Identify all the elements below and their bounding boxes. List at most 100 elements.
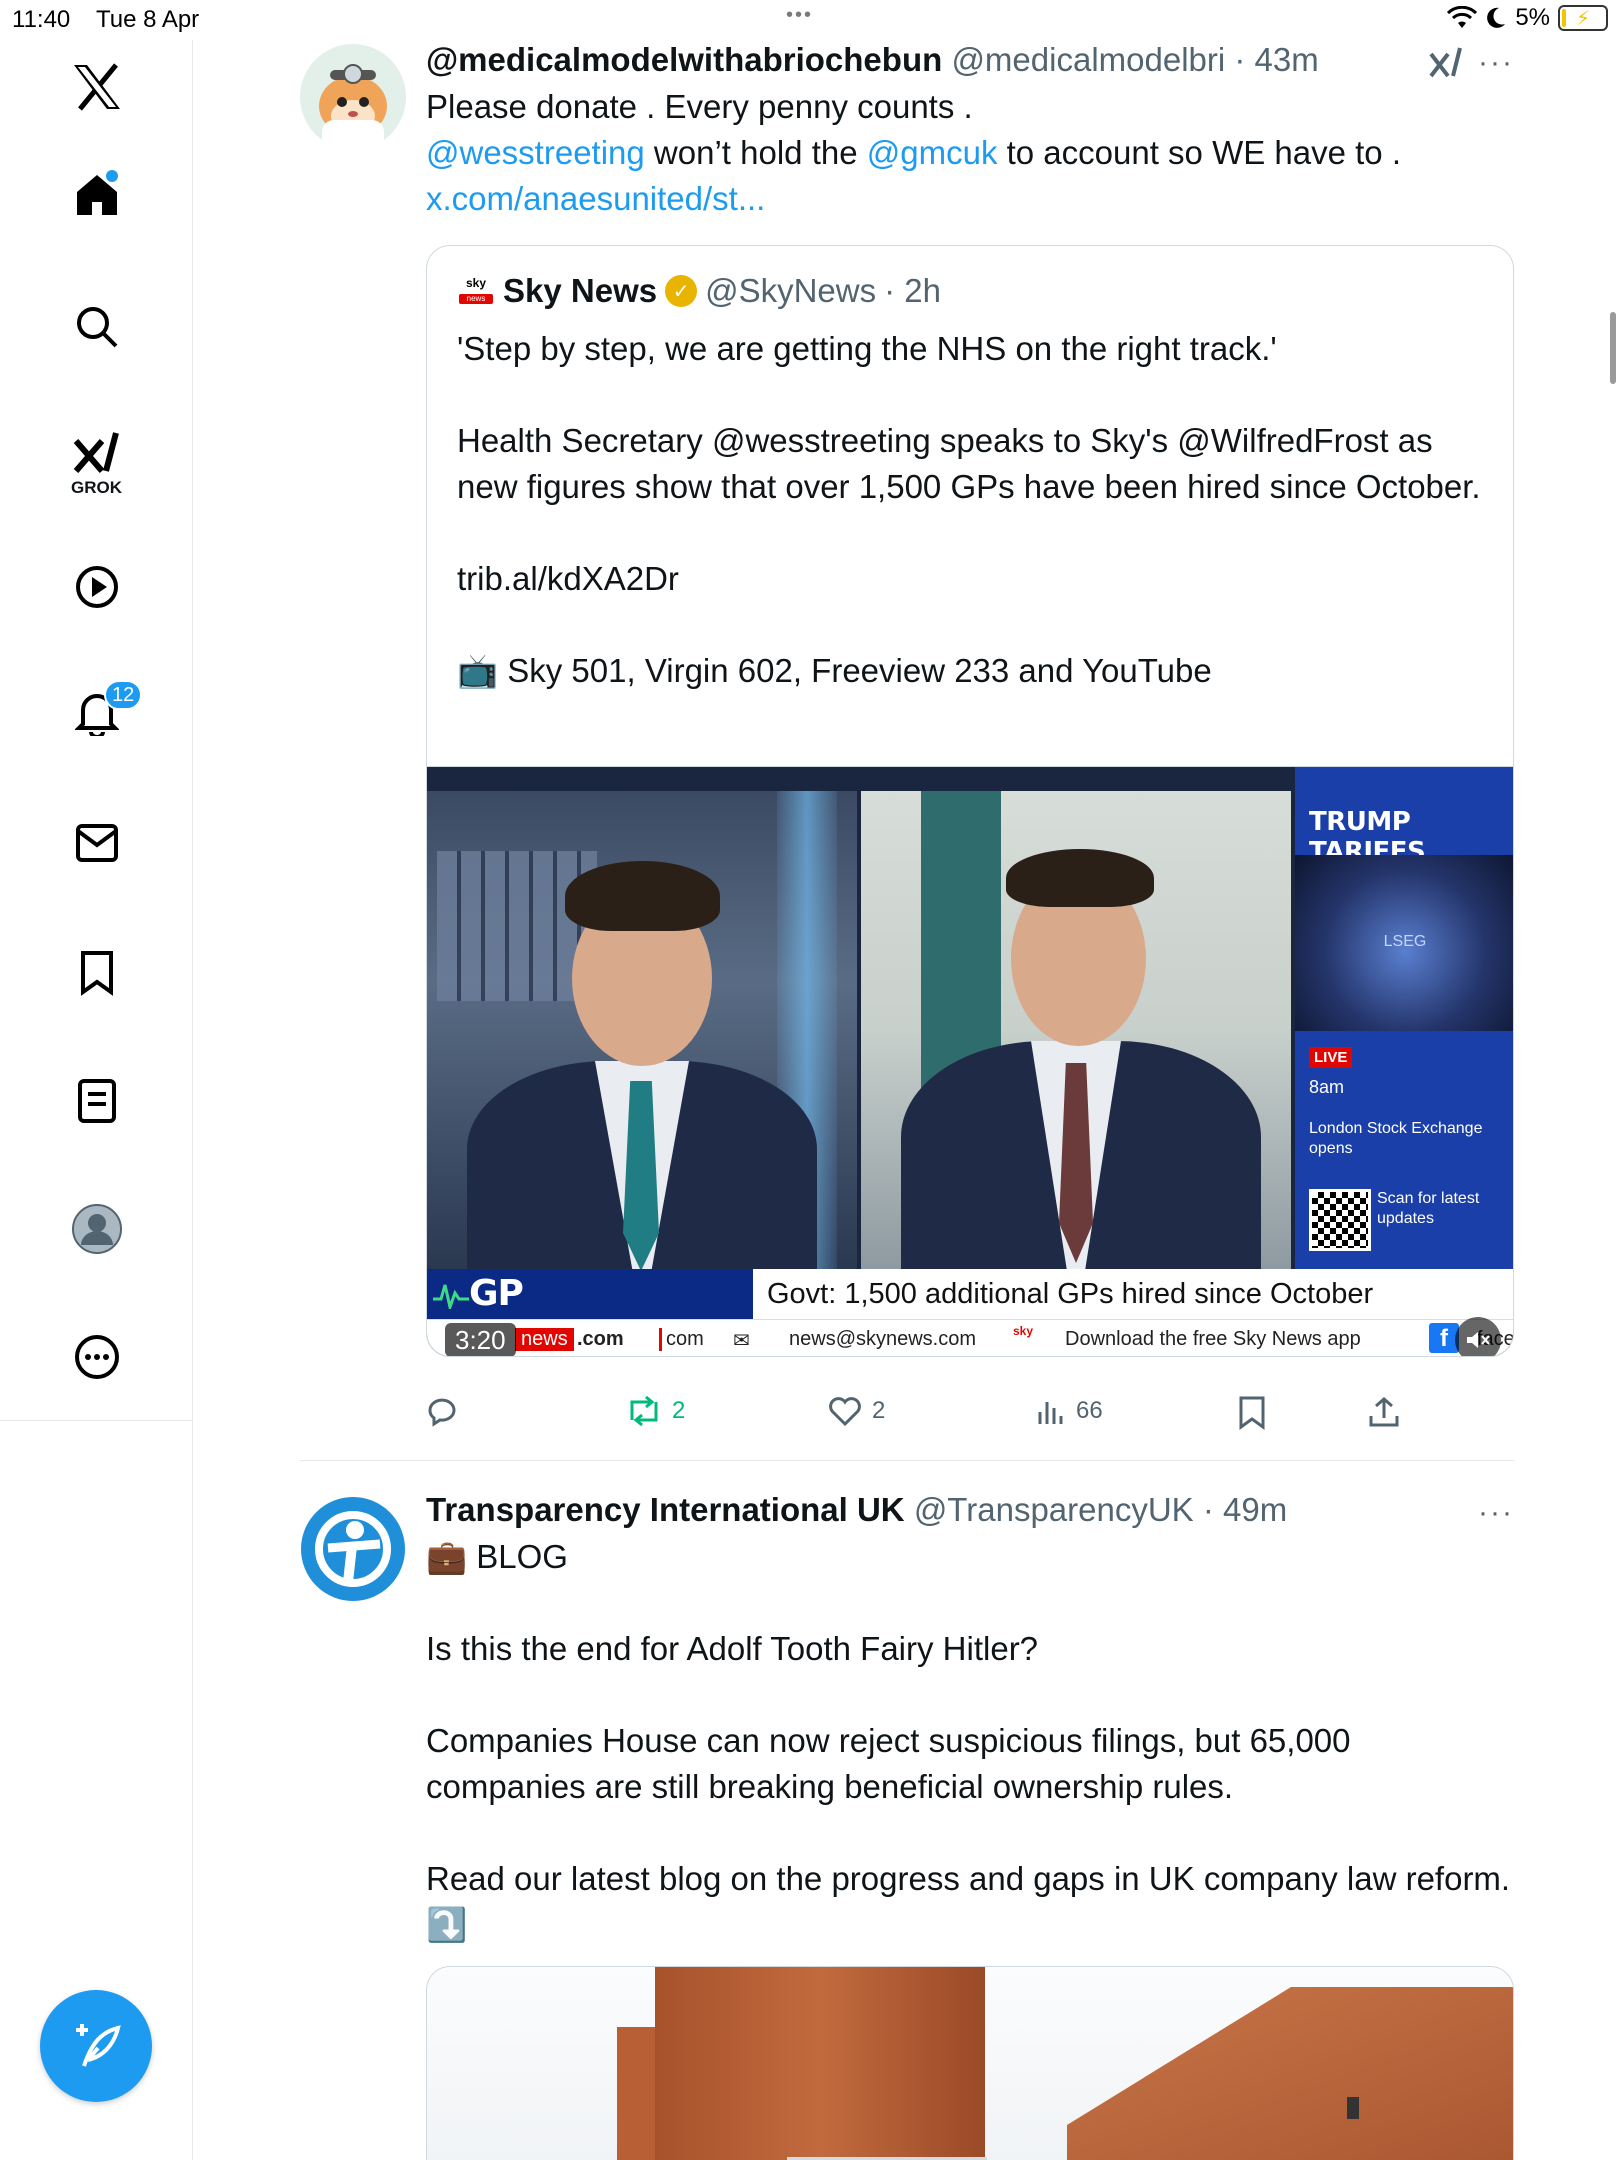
tweet-text-line: 💼 BLOG xyxy=(426,1538,568,1575)
status-date: Tue 8 Apr xyxy=(96,6,200,33)
scrollbar[interactable] xyxy=(1610,312,1616,384)
like-button[interactable]: 2 xyxy=(828,1396,885,1426)
live-badge: LIVE xyxy=(1309,1047,1353,1068)
heart-icon xyxy=(829,1397,861,1426)
ticker-sky-logo: sky xyxy=(1013,1324,1034,1338)
scan-text: Scan for latest updates xyxy=(1377,1190,1480,1227)
grok-explain-icon[interactable] xyxy=(1428,44,1464,80)
author-name[interactable]: @medicalmodelwithabriochebun xyxy=(426,41,942,78)
nav-messages[interactable] xyxy=(0,798,193,888)
like-count: 2 xyxy=(872,1397,886,1424)
nav-bookmarks[interactable] xyxy=(0,928,193,1018)
schedule-event: London Stock Exchange opens xyxy=(1309,1120,1483,1157)
view-count: 66 xyxy=(1076,1397,1103,1424)
quote-line: 'Step by step, we are getting the NHS on… xyxy=(457,330,1277,367)
blog-image[interactable] xyxy=(426,1966,1514,2160)
quote-time: · 2h xyxy=(884,272,941,309)
quote-header: sky news Sky News ✓ @SkyNews · 2h xyxy=(457,272,941,310)
reply-button[interactable] xyxy=(426,1396,468,1428)
tweet-header: Transparency International UK @Transpare… xyxy=(426,1490,1514,1530)
ticker-mail-icon: ✉ xyxy=(733,1330,750,1352)
tweet-text-line: @wesstreeting won’t hold the @gmcuk to a… xyxy=(426,130,1514,176)
bookmark-icon xyxy=(1239,1396,1265,1430)
author-name[interactable]: Transparency International UK xyxy=(426,1491,905,1528)
quote-text: 'Step by step, we are getting the NHS on… xyxy=(457,326,1483,694)
nav-home[interactable] xyxy=(0,150,193,240)
nav-more[interactable] xyxy=(0,1312,193,1402)
tweet-time[interactable]: · 49m xyxy=(1203,1491,1287,1528)
tweet-header: @medicalmodelwithabriochebun @medicalmod… xyxy=(426,40,1514,80)
battery-percent: 5% xyxy=(1515,4,1550,31)
sidebar-divider xyxy=(0,1420,193,1421)
retweet-button[interactable]: 2 xyxy=(626,1396,685,1426)
strap-caption: Govt: 1,500 additional GPs hired since O… xyxy=(767,1278,1374,1310)
tweet-time[interactable]: · 43m xyxy=(1234,41,1318,78)
avatar[interactable] xyxy=(300,1496,406,1602)
strap-label: GP RECRUITMENT xyxy=(427,1269,753,1356)
play-icon xyxy=(75,566,118,608)
quote-line: trib.al/kdXA2Dr xyxy=(457,560,679,597)
quote-line: Health Secretary @wesstreeting speaks to… xyxy=(457,422,1481,505)
quoted-tweet[interactable]: sky news Sky News ✓ @SkyNews · 2h 'Step b… xyxy=(426,245,1514,1357)
compose-feather-icon xyxy=(76,2024,121,2067)
profile-avatar-icon xyxy=(71,1204,122,1254)
verified-badge-icon: ✓ xyxy=(665,275,698,307)
views-button[interactable]: 66 xyxy=(1036,1396,1103,1426)
nav-lists[interactable] xyxy=(0,1056,193,1146)
nav-search[interactable] xyxy=(0,282,193,372)
share-button[interactable] xyxy=(1368,1396,1400,1428)
url-link[interactable]: x.com/anaesunited/st... xyxy=(426,176,1514,222)
speaker-muted-icon xyxy=(1467,1332,1490,1348)
nav-profile[interactable] xyxy=(0,1184,193,1274)
video-player[interactable]: TRUMP TARIFFS LSEG LIVE 8am London Stock… xyxy=(427,766,1513,1356)
author-handle[interactable]: @medicalmodelbri xyxy=(951,41,1225,78)
status-indicators: 5% ⚡ xyxy=(1447,4,1608,32)
status-bar: 11:40 Tue 8 Apr ••• 5% ⚡ xyxy=(0,0,1620,40)
tweet-text-line: Is this the end for Adolf Tooth Fairy Hi… xyxy=(426,1630,1039,1667)
tweet-text-line: Please donate . Every penny counts . xyxy=(426,88,973,125)
lseg-image: LSEG xyxy=(1295,855,1513,1031)
ticker-app: Download the free Sky News app xyxy=(1065,1328,1361,1350)
tweet-text: Please donate . Every penny counts . @we… xyxy=(426,84,1514,222)
ticker-bar: news .com com ✉ news@skynews.com sky Dow… xyxy=(427,1319,1513,1356)
views-icon xyxy=(1038,1402,1063,1424)
moon-icon xyxy=(1487,7,1506,28)
video-duration: 3:20 xyxy=(445,1323,516,1356)
tweet-divider xyxy=(300,1460,1514,1461)
more-options-icon[interactable]: ··· xyxy=(1478,46,1514,80)
reply-icon xyxy=(428,1398,456,1427)
quote-author-handle[interactable]: @SkyNews xyxy=(705,272,876,310)
notification-badge: 12 xyxy=(104,680,143,710)
wifi-icon xyxy=(1447,6,1478,28)
qr-code xyxy=(1309,1189,1371,1251)
tweet-text: 💼 BLOG Is this the end for Adolf Tooth F… xyxy=(426,1534,1514,1948)
bookmark-icon xyxy=(80,951,113,996)
ticker-news: news xyxy=(515,1328,574,1351)
transparency-international-logo xyxy=(301,1497,405,1601)
nav-grok[interactable]: GROK xyxy=(0,408,193,498)
bookmark-button[interactable] xyxy=(1238,1396,1266,1430)
tweet[interactable]: @medicalmodelwithabriochebun @medicalmod… xyxy=(300,40,1514,1460)
mention-link[interactable]: @gmcuk xyxy=(867,134,998,171)
column-divider xyxy=(192,1420,193,2160)
multitasking-dots-icon[interactable]: ••• xyxy=(786,4,813,27)
lseg-label: LSEG xyxy=(1383,933,1427,950)
battery-icon: ⚡ xyxy=(1558,5,1608,31)
tweet-text-line: Companies House can now reject suspiciou… xyxy=(426,1722,1351,1805)
nav-videos[interactable] xyxy=(0,542,193,632)
more-circle-icon xyxy=(74,1335,119,1379)
quote-author-name[interactable]: Sky News xyxy=(503,272,657,310)
quote-line: 📺 Sky 501, Virgin 602, Freeview 233 and … xyxy=(457,652,1212,689)
tweet[interactable]: Transparency International UK @Transpare… xyxy=(300,1490,1514,2160)
nav-notifications[interactable]: 12 xyxy=(0,668,193,758)
home-unread-dot xyxy=(106,170,118,182)
avatar[interactable] xyxy=(300,44,406,150)
mute-toggle[interactable] xyxy=(1455,1317,1501,1356)
more-options-icon[interactable]: ··· xyxy=(1478,1496,1514,1530)
author-handle[interactable]: @TransparencyUK xyxy=(914,1491,1194,1528)
x-logo[interactable] xyxy=(0,42,193,132)
ticker-com: com xyxy=(659,1328,704,1351)
sky-news-avatar[interactable]: sky news xyxy=(457,276,495,306)
mention-link[interactable]: @wesstreeting xyxy=(426,134,645,171)
compose-button[interactable] xyxy=(40,1990,152,2102)
